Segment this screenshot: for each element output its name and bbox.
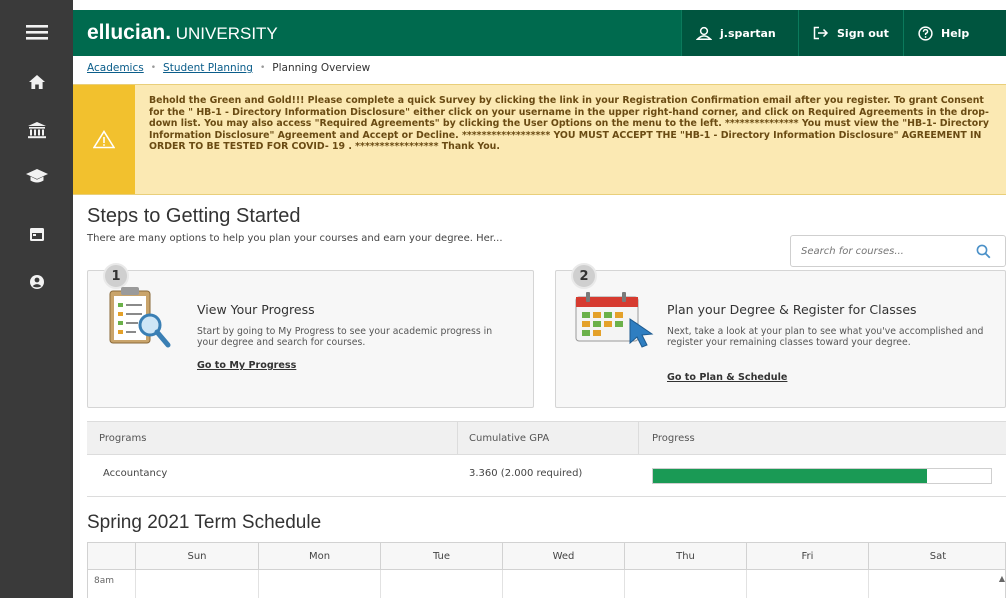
column-header-programs: Programs	[99, 433, 147, 444]
brand-main: ellucian.	[87, 21, 172, 44]
day-header-sun: Sun	[135, 543, 258, 570]
course-search-input[interactable]	[801, 237, 971, 265]
help-button[interactable]: Help	[903, 10, 1006, 56]
column-header-gpa: Cumulative GPA	[469, 433, 550, 444]
calendar-cell[interactable]	[258, 570, 380, 598]
scroll-up-arrow-icon[interactable]: ▲	[999, 574, 1005, 583]
nav-planning[interactable]	[0, 214, 73, 254]
step-card-plan: 2 Plan your Degree & Register for Classe…	[555, 263, 1006, 408]
help-icon	[918, 25, 933, 41]
card-description: Next, take a look at your plan to see wh…	[667, 326, 984, 348]
user-menu-button[interactable]: j.spartan	[681, 10, 798, 56]
user-icon	[696, 26, 712, 40]
gpa-value: 3.360 (2.000 required)	[469, 468, 583, 479]
progress-bar	[652, 468, 992, 484]
username-label: j.spartan	[720, 26, 776, 40]
day-header-tue: Tue	[380, 543, 502, 570]
time-label: 8am	[94, 576, 115, 586]
card-title: Plan your Degree & Register for Classes	[667, 302, 917, 317]
alert-banner: Behold the Green and Gold!!! Please comp…	[73, 84, 1006, 195]
bank-icon	[27, 122, 46, 139]
progress-bar-fill	[653, 469, 927, 483]
programs-table-header: Programs Cumulative GPA Progress	[87, 421, 1006, 455]
sign-out-icon	[813, 26, 829, 40]
breadcrumb-current: Planning Overview	[272, 62, 371, 74]
warning-icon	[93, 130, 115, 149]
breadcrumb-student-planning[interactable]: Student Planning	[163, 62, 253, 74]
calendar-icon	[29, 228, 44, 241]
column-divider	[638, 422, 639, 454]
day-header-fri: Fri	[746, 543, 868, 570]
breadcrumb-academics[interactable]: Academics	[87, 62, 144, 74]
brand-logo: ellucian. UNIVERSITY	[87, 21, 278, 45]
user-options-icon	[29, 275, 44, 289]
alert-message: Behold the Green and Gold!!! Please comp…	[149, 95, 989, 153]
calendar-cell[interactable]	[380, 570, 502, 598]
graduation-cap-icon	[25, 169, 48, 183]
day-header-thu: Thu	[624, 543, 746, 570]
breadcrumb-separator: •	[150, 63, 157, 73]
calendar-cell[interactable]	[624, 570, 746, 598]
top-bar: ellucian. UNIVERSITY j.spartan Sign out …	[73, 10, 1006, 56]
menu-button[interactable]	[0, 12, 73, 52]
nav-academics[interactable]	[0, 156, 73, 196]
home-icon	[28, 75, 45, 89]
calendar-header: Sun Mon Tue Wed Thu Fri Sat	[88, 543, 1005, 570]
calendar-body: 8am ▲	[88, 570, 1005, 598]
nav-home[interactable]	[0, 62, 73, 102]
day-header-sat: Sat	[868, 543, 1005, 570]
menu-icon	[25, 25, 48, 40]
calendar-cell[interactable]	[502, 570, 624, 598]
nav-user-options[interactable]	[0, 262, 73, 302]
term-schedule-title: Spring 2021 Term Schedule	[87, 512, 322, 533]
alert-icon-bar	[73, 85, 135, 194]
day-header-mon: Mon	[258, 543, 380, 570]
app-window: ellucian. UNIVERSITY j.spartan Sign out …	[0, 0, 1006, 598]
calendar-plan-icon	[575, 292, 654, 348]
term-calendar: Sun Mon Tue Wed Thu Fri Sat 8am ▲	[87, 542, 1006, 598]
sign-out-label: Sign out	[837, 26, 889, 40]
day-header-wed: Wed	[502, 543, 624, 570]
calendar-cell[interactable]	[868, 570, 1005, 598]
step-card-progress: 1 View Your Progress Start by going to M…	[87, 263, 534, 408]
go-to-plan-schedule-link[interactable]: Go to Plan & Schedule	[667, 372, 787, 383]
calendar-cell[interactable]	[135, 570, 258, 598]
table-row: Accountancy 3.360 (2.000 required)	[87, 455, 1006, 497]
column-divider	[457, 422, 458, 454]
steps-subtitle: There are many options to help you plan …	[87, 233, 503, 244]
search-icon[interactable]	[976, 244, 991, 259]
calendar-cell[interactable]	[746, 570, 868, 598]
help-label: Help	[941, 26, 970, 40]
column-header-progress: Progress	[652, 433, 695, 444]
step-number: 2	[571, 263, 597, 289]
nav-financial[interactable]	[0, 110, 73, 150]
steps-title: Steps to Getting Started	[87, 205, 301, 227]
clipboard-progress-icon	[109, 287, 171, 348]
breadcrumb-separator: •	[259, 63, 266, 73]
left-nav-rail	[0, 0, 73, 598]
program-name: Accountancy	[103, 468, 168, 479]
go-to-my-progress-link[interactable]: Go to My Progress	[197, 360, 296, 371]
sign-out-button[interactable]: Sign out	[798, 10, 903, 56]
brand-sub: UNIVERSITY	[171, 24, 278, 43]
card-title: View Your Progress	[197, 302, 315, 317]
card-description: Start by going to My Progress to see you…	[197, 326, 493, 348]
breadcrumb: Academics • Student Planning • Planning …	[87, 62, 370, 74]
course-search-box	[790, 235, 1006, 267]
